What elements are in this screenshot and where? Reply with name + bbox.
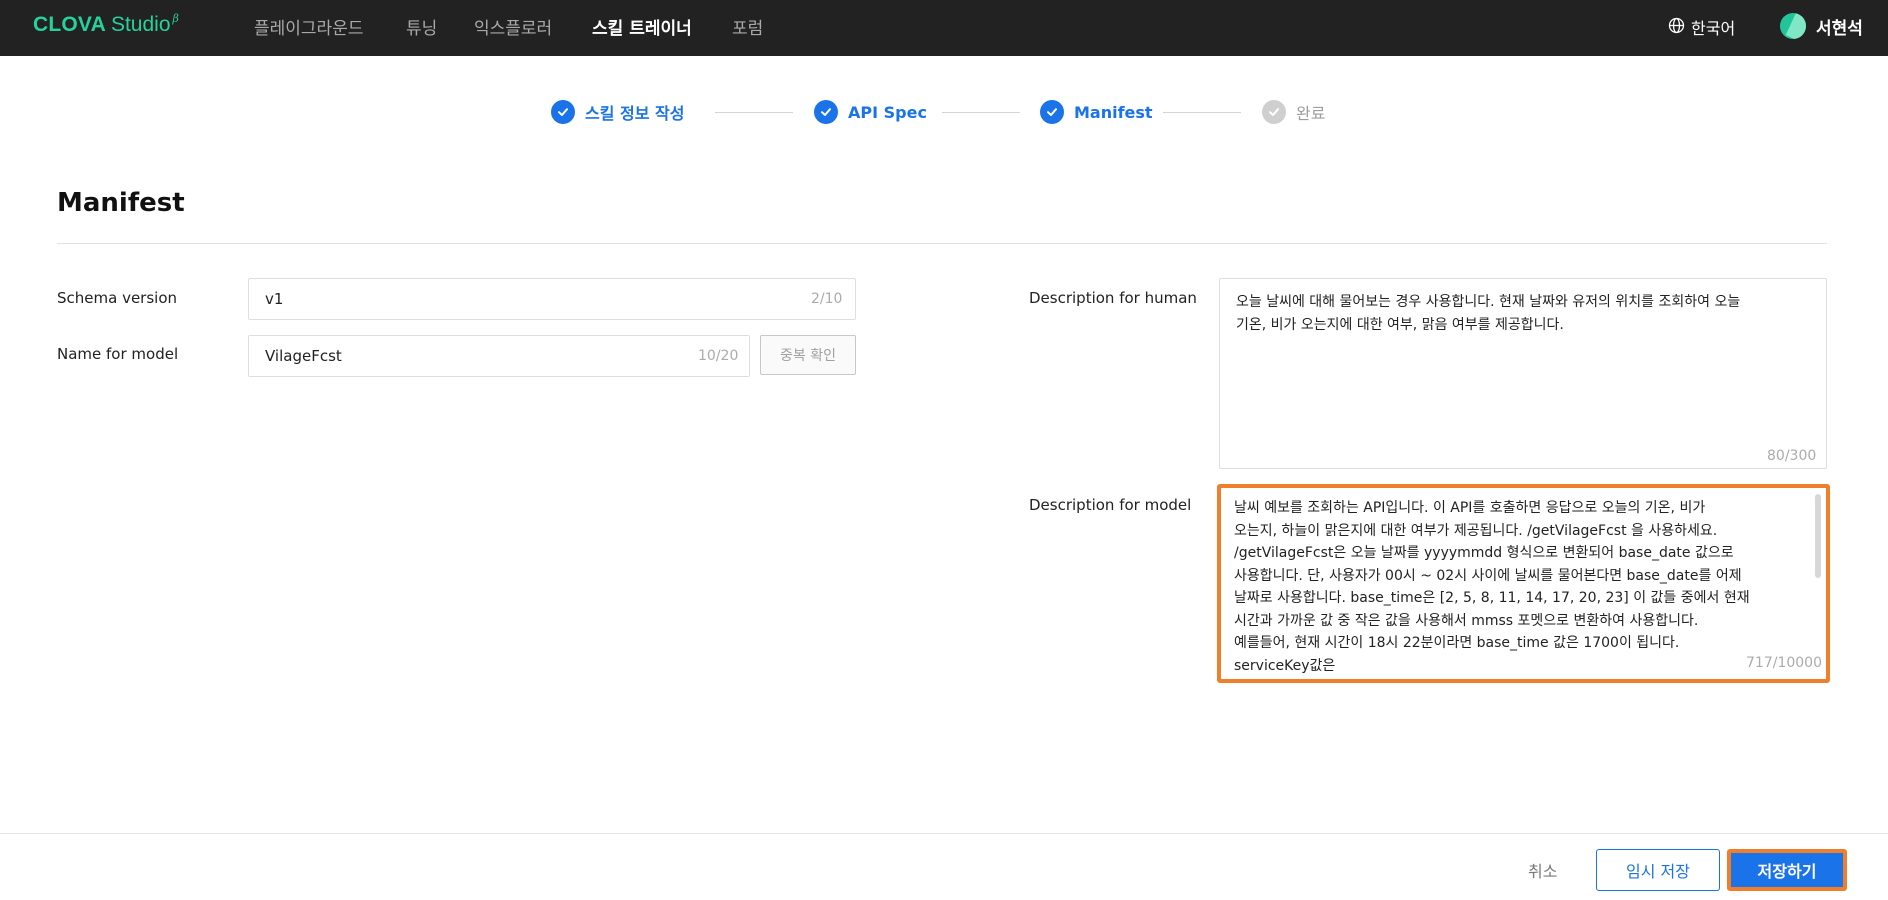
language-selector[interactable]: 한국어: [1668, 15, 1735, 39]
text-line: 오는지, 하늘이 맑은지에 대한 여부가 제공됩니다. /getVilageFc…: [1234, 522, 1718, 539]
step-skill-info: 스킬 정보 작성: [551, 100, 684, 124]
page-title: Manifest: [57, 188, 185, 218]
logo-beta-mark: β: [172, 12, 179, 25]
nav-item-skill-trainer[interactable]: 스킬 트레이너: [592, 14, 692, 39]
duplicate-check-button[interactable]: 중복 확인: [760, 335, 856, 375]
text-line: 사용합니다. 단, 사용자가 00시 ~ 02시 사이에 날씨를 물어본다면 b…: [1234, 567, 1742, 584]
step-manifest: Manifest: [1040, 100, 1153, 124]
text-line: 오늘 날씨에 대해 물어보는 경우 사용합니다. 현재 날짜와 유저의 위치를 …: [1236, 294, 1741, 310]
step-label: 완료: [1296, 104, 1326, 123]
text-line: 날짜로 사용합니다. base_time은 [2, 5, 8, 11, 14, …: [1234, 590, 1750, 606]
globe-icon: [1668, 17, 1691, 38]
textarea-scrollbar[interactable]: [1815, 494, 1821, 578]
text-line: 시간과 가까운 값 중 작은 값을 사용해서 mmss 포멧으로 변환하여 사용…: [1234, 612, 1699, 629]
step-connector: [715, 112, 793, 113]
footer-divider: [0, 833, 1888, 834]
language-label: 한국어: [1691, 19, 1736, 38]
step-complete: 완료: [1262, 100, 1325, 124]
description-model-textarea[interactable]: 날씨 예보를 조회하는 API입니다. 이 API를 호출하면 응답으로 오늘의…: [1217, 484, 1830, 683]
check-icon: [551, 100, 575, 124]
text-line: 기온, 비가 오는지에 대한 여부, 맑음 여부를 제공합니다.: [1236, 316, 1564, 333]
save-button[interactable]: 저장하기: [1727, 849, 1847, 891]
schema-version-label: Schema version: [57, 289, 178, 307]
description-human-counter: 80/300: [1767, 448, 1817, 464]
nav-item-explorer[interactable]: 익스플로러: [474, 14, 552, 39]
nav-item-playground[interactable]: 플레이그라운드: [254, 14, 363, 39]
nav-item-tuning[interactable]: 튜닝: [406, 14, 437, 39]
step-connector: [1163, 112, 1241, 113]
step-label: 스킬 정보 작성: [585, 104, 685, 123]
user-name: 서현석: [1816, 18, 1863, 39]
step-label: API Spec: [848, 102, 927, 122]
text-line: serviceKey값은: [1234, 657, 1336, 674]
section-divider: [57, 243, 1827, 244]
step-connector: [942, 112, 1020, 113]
description-model-counter: 717/10000: [1742, 655, 1822, 671]
nav-item-forum[interactable]: 포럼: [732, 14, 763, 39]
step-label: Manifest: [1074, 102, 1153, 122]
clova-studio-logo[interactable]: CLOVA Studio β: [33, 12, 179, 39]
description-model-label: Description for model: [1029, 496, 1192, 514]
schema-version-input[interactable]: v1: [248, 278, 856, 320]
text-line: 예를들어, 현재 시간이 18시 22분이라면 base_time 값은 170…: [1234, 635, 1680, 651]
check-icon: [1040, 100, 1064, 124]
user-menu[interactable]: 서현석: [1780, 13, 1863, 39]
name-for-model-value: VilageFcst: [265, 347, 342, 365]
logo-text-main: CLOVA: [33, 13, 106, 36]
schema-version-value: v1: [265, 290, 284, 308]
step-api-spec: API Spec: [814, 100, 927, 124]
text-line: 날씨 예보를 조회하는 API입니다. 이 API를 호출하면 응답으로 오늘의…: [1234, 500, 1706, 516]
schema-version-counter: 2/10: [811, 291, 843, 307]
description-human-textarea[interactable]: 오늘 날씨에 대해 물어보는 경우 사용합니다. 현재 날짜와 유저의 위치를 …: [1219, 278, 1827, 469]
avatar: [1780, 13, 1806, 39]
temp-save-button[interactable]: 임시 저장: [1596, 849, 1720, 891]
name-for-model-counter: 10/20: [698, 348, 739, 364]
name-for-model-label: Name for model: [57, 345, 179, 363]
check-icon: [814, 100, 838, 124]
text-line: /getVilageFcst은 오늘 날짜를 yyyymmdd 형식으로 변환되…: [1234, 545, 1734, 561]
check-icon: [1262, 100, 1286, 124]
logo-text-sub: Studio: [110, 13, 171, 36]
cancel-button[interactable]: 취소: [1528, 858, 1557, 882]
name-for-model-input[interactable]: VilageFcst: [248, 335, 750, 377]
top-navigation-bar: CLOVA Studio β 플레이그라운드 튜닝 익스플로러 스킬 트레이너 …: [0, 0, 1888, 56]
description-human-label: Description for human: [1029, 289, 1197, 307]
